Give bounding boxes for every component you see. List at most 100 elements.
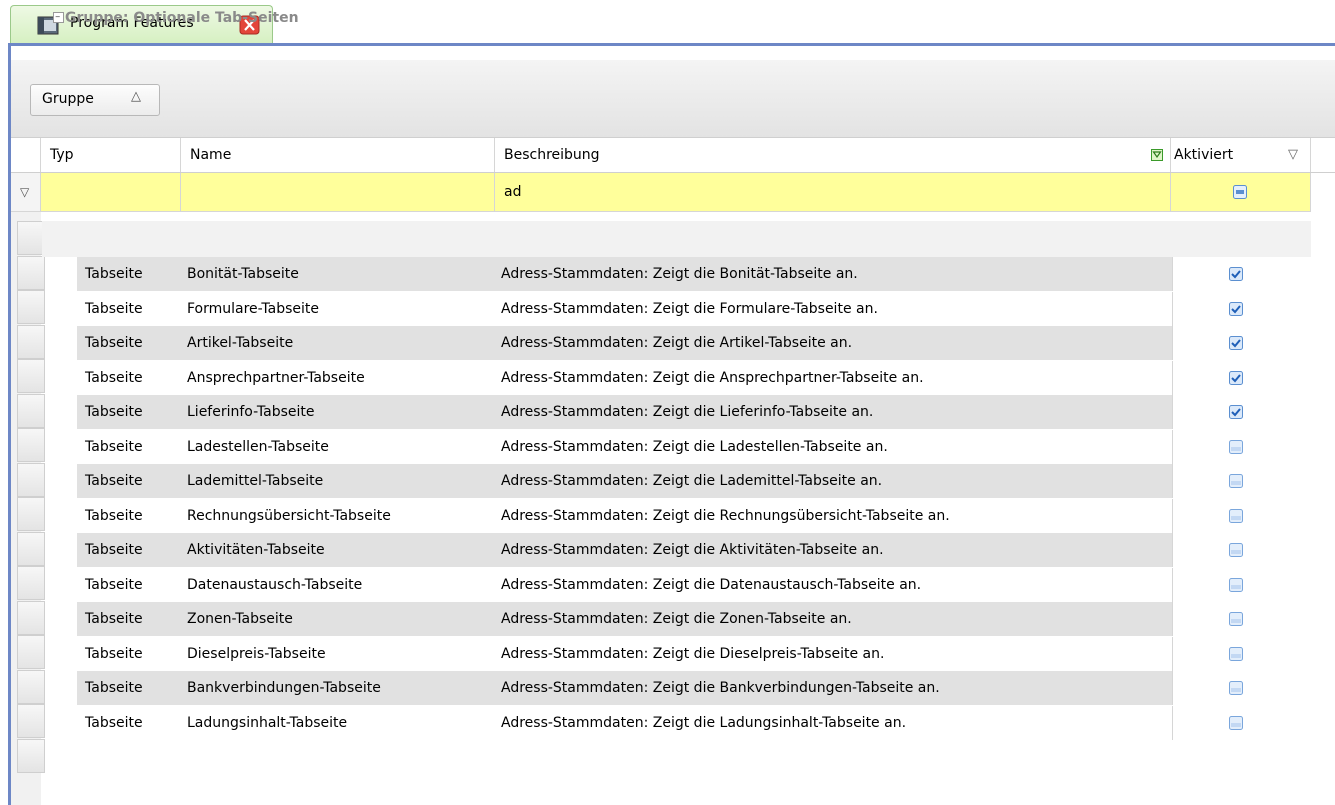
checked-checkbox-icon[interactable] (1229, 370, 1243, 385)
table-row[interactable]: Tabseite Ansprechpartner-Tabseite Adress-S… (77, 360, 1311, 395)
cell-name: Rechnungsübersicht-Tabseite (187, 507, 391, 524)
table-row[interactable]: Tabseite Bankverbindungen-Tabseite Adress-… (77, 671, 1311, 705)
row-indicator[interactable] (17, 428, 45, 462)
table-row[interactable]: Tabseite Formulare-Tabseite Adress-Stammda… (77, 291, 1311, 326)
cell-typ: Tabseite (85, 576, 143, 593)
cell-beschreibung: Adress-Stammdaten: Zeigt die Ladestellen… (501, 438, 888, 455)
row-indicator[interactable] (17, 531, 45, 566)
cell-aktiviert (1172, 705, 1311, 740)
cell-name: Bonität-Tabseite (187, 266, 299, 282)
table-row[interactable]: Tabseite Aktivitäten-Tabseite Adress-Stamm… (77, 533, 1311, 567)
filter-value: ad (504, 184, 522, 200)
checked-checkbox-icon[interactable] (1229, 405, 1243, 419)
cell-aktiviert (1172, 567, 1311, 602)
cell-name: Datenaustausch-Tabseite (187, 576, 363, 593)
table-row[interactable]: Tabseite Dieselpreis-Tabseite Adress-Stamm… (77, 636, 1311, 671)
cell-typ: Tabseite (85, 404, 143, 420)
group-by-area (11, 60, 1335, 137)
row-indicator[interactable] (17, 324, 45, 359)
cell-typ: Tabseite (85, 507, 143, 524)
cell-beschreibung: Adress-Stammdaten: Zeigt die Artikel-Tab… (501, 335, 853, 351)
group-row-optionale-tab-seiten[interactable] (42, 221, 1311, 257)
collapse-icon[interactable] (53, 12, 64, 23)
cell-name: Bankverbindungen-Tabseite (187, 680, 381, 696)
column-header-name[interactable]: Name (181, 138, 495, 172)
group-by-gruppe-button[interactable]: Gruppe △ (30, 84, 160, 116)
unchecked-checkbox-icon[interactable] (1229, 646, 1243, 661)
cell-typ: Tabseite (85, 542, 143, 558)
filter-icon[interactable]: ▽ (1288, 138, 1298, 172)
table-row[interactable]: Tabseite Ladestellen-Tabseite Adress-Stamm… (77, 429, 1311, 464)
cell-typ: Tabseite (85, 611, 143, 627)
cell-name: Zonen-Tabseite (187, 611, 293, 627)
cell-name: Lieferinfo-Tabseite (187, 404, 315, 420)
table-row[interactable]: Tabseite Artikel-Tabseite Adress-Stammdate… (77, 326, 1311, 360)
cell-aktiviert (1172, 257, 1311, 291)
row-indicator[interactable] (17, 359, 45, 393)
cell-typ: Tabseite (85, 438, 143, 455)
row-indicator-column (11, 212, 45, 805)
row-indicator[interactable] (17, 221, 45, 255)
unchecked-checkbox-icon[interactable] (1229, 474, 1243, 488)
cell-beschreibung: Adress-Stammdaten: Zeigt die Bankverbind… (501, 680, 940, 696)
column-label: Aktiviert (1174, 147, 1234, 163)
cell-aktiviert (1172, 498, 1311, 533)
row-indicator[interactable] (17, 393, 45, 428)
unchecked-checkbox-icon[interactable] (1229, 715, 1243, 730)
row-indicator[interactable] (17, 497, 45, 531)
cell-typ: Tabseite (85, 473, 143, 489)
column-header-aktiviert[interactable]: Aktiviert ▽ (1171, 138, 1311, 172)
cell-beschreibung: Adress-Stammdaten: Zeigt die Lieferinfo-… (501, 404, 874, 420)
sort-ascending-icon: △ (131, 89, 141, 104)
unchecked-checkbox-icon[interactable] (1229, 612, 1243, 626)
table-row[interactable]: Tabseite Rechnungsübersicht-Tabseite Adres… (77, 498, 1311, 533)
cell-beschreibung: Adress-Stammdaten: Zeigt die Lademittel-… (501, 473, 883, 489)
cell-name: Dieselpreis-Tabseite (187, 645, 326, 662)
unchecked-checkbox-icon[interactable] (1229, 543, 1243, 557)
indeterminate-checkbox-icon[interactable] (1233, 185, 1247, 199)
row-indicator[interactable] (17, 290, 45, 324)
cell-aktiviert (1172, 429, 1311, 464)
table-row[interactable]: Tabseite Ladungsinhalt-Tabseite Adress-Sta… (77, 705, 1311, 740)
filter-cell-typ[interactable] (41, 173, 181, 211)
column-header-typ[interactable]: Typ (41, 138, 181, 172)
table-row[interactable]: Tabseite Zonen-Tabseite Adress-Stammdaten:… (77, 602, 1311, 636)
row-indicator[interactable] (17, 669, 45, 704)
row-indicator[interactable] (17, 704, 45, 738)
row-indicator[interactable] (17, 635, 45, 669)
row-indicator[interactable] (17, 738, 45, 773)
cell-typ: Tabseite (85, 300, 143, 317)
row-indicator[interactable] (17, 600, 45, 635)
cell-typ: Tabseite (85, 680, 143, 696)
table-row[interactable]: Tabseite Lademittel-Tabseite Adress-Stammd… (77, 464, 1311, 498)
cell-typ: Tabseite (85, 369, 143, 386)
table-row[interactable]: Tabseite Lieferinfo-Tabseite Adress-Stammd… (77, 395, 1311, 429)
filter-cell-aktiviert[interactable] (1171, 173, 1311, 211)
unchecked-checkbox-icon[interactable] (1229, 577, 1243, 592)
checked-checkbox-icon[interactable] (1229, 301, 1243, 316)
checked-checkbox-icon[interactable] (1229, 336, 1243, 350)
cell-name: Artikel-Tabseite (187, 335, 294, 351)
cell-aktiviert (1172, 671, 1311, 705)
filter-active-icon[interactable] (1151, 149, 1163, 161)
column-label: Typ (50, 147, 74, 163)
row-indicator[interactable] (17, 462, 45, 497)
unchecked-checkbox-icon[interactable] (1229, 681, 1243, 695)
table-row[interactable]: Tabseite Bonität-Tabseite Adress-Stammdate… (77, 257, 1311, 291)
cell-aktiviert (1172, 533, 1311, 567)
filter-cell-beschreibung[interactable]: ad (495, 173, 1171, 211)
cell-beschreibung: Adress-Stammdaten: Zeigt die Datenaustau… (501, 576, 922, 593)
cell-name: Aktivitäten-Tabseite (187, 542, 325, 558)
checked-checkbox-icon[interactable] (1229, 267, 1243, 281)
filter-cell-name[interactable] (181, 173, 495, 211)
row-indicator[interactable] (17, 566, 45, 600)
table-row[interactable]: Tabseite Datenaustausch-Tabseite Adress-St… (77, 567, 1311, 602)
cell-name: Formulare-Tabseite (187, 300, 320, 317)
filter-row-icon: ▽ (20, 185, 30, 199)
row-indicator[interactable] (17, 255, 45, 290)
cell-aktiviert (1172, 360, 1311, 395)
cell-name: Ansprechpartner-Tabseite (187, 369, 365, 386)
unchecked-checkbox-icon[interactable] (1229, 439, 1243, 454)
unchecked-checkbox-icon[interactable] (1229, 508, 1243, 523)
column-header-beschreibung[interactable]: Beschreibung (495, 138, 1171, 172)
